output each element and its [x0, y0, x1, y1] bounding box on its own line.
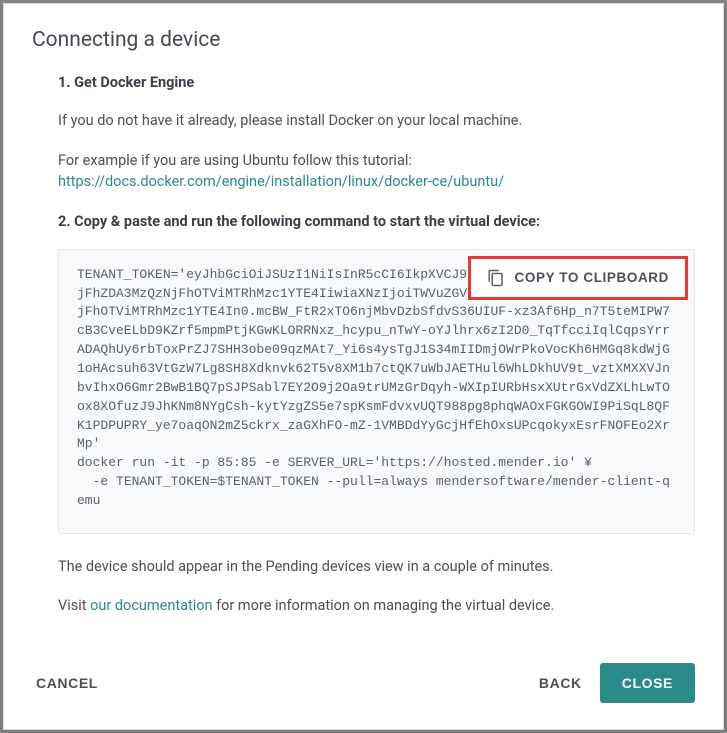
- pending-devices-note: The device should appear in the Pending …: [58, 556, 695, 578]
- copy-icon: [487, 269, 505, 287]
- code-container: COPY TO CLIPBOARD TENANT_TOKEN='eyJhbGci…: [58, 249, 695, 534]
- visit-docs-para: Visit our documentation for more informa…: [58, 595, 695, 617]
- modal-header: Connecting a device: [4, 4, 723, 72]
- docker-docs-link[interactable]: https://docs.docker.com/engine/installat…: [58, 173, 504, 190]
- step-2-title: 2. Copy & paste and run the following co…: [58, 211, 695, 233]
- connecting-device-modal: Connecting a device 1. Get Docker Engine…: [3, 3, 724, 730]
- visit-post: for more information on managing the vir…: [213, 597, 555, 614]
- step-1-intro: If you do not have it already, please in…: [58, 110, 695, 132]
- documentation-link[interactable]: our documentation: [90, 597, 212, 614]
- copy-button-label: COPY TO CLIPBOARD: [515, 270, 669, 285]
- modal-title: Connecting a device: [32, 28, 695, 52]
- cancel-button[interactable]: CANCEL: [32, 665, 102, 701]
- visit-pre: Visit: [58, 597, 90, 614]
- footer-right: BACK CLOSE: [535, 663, 695, 703]
- modal-footer: CANCEL BACK CLOSE: [4, 643, 723, 729]
- footer-left: CANCEL: [32, 665, 102, 701]
- modal-body: 1. Get Docker Engine If you do not have …: [4, 72, 723, 643]
- copy-to-clipboard-button[interactable]: COPY TO CLIPBOARD: [468, 256, 688, 300]
- close-button[interactable]: CLOSE: [600, 663, 695, 703]
- step-1-example: For example if you are using Ubuntu foll…: [58, 150, 695, 194]
- step-1-example-lead: For example if you are using Ubuntu foll…: [58, 152, 412, 169]
- step-1-title: 1. Get Docker Engine: [58, 72, 695, 94]
- command-code-block[interactable]: TENANT_TOKEN='eyJhbGciOiJSUzI1NiIsInR5cC…: [77, 266, 676, 511]
- back-button[interactable]: BACK: [535, 665, 586, 701]
